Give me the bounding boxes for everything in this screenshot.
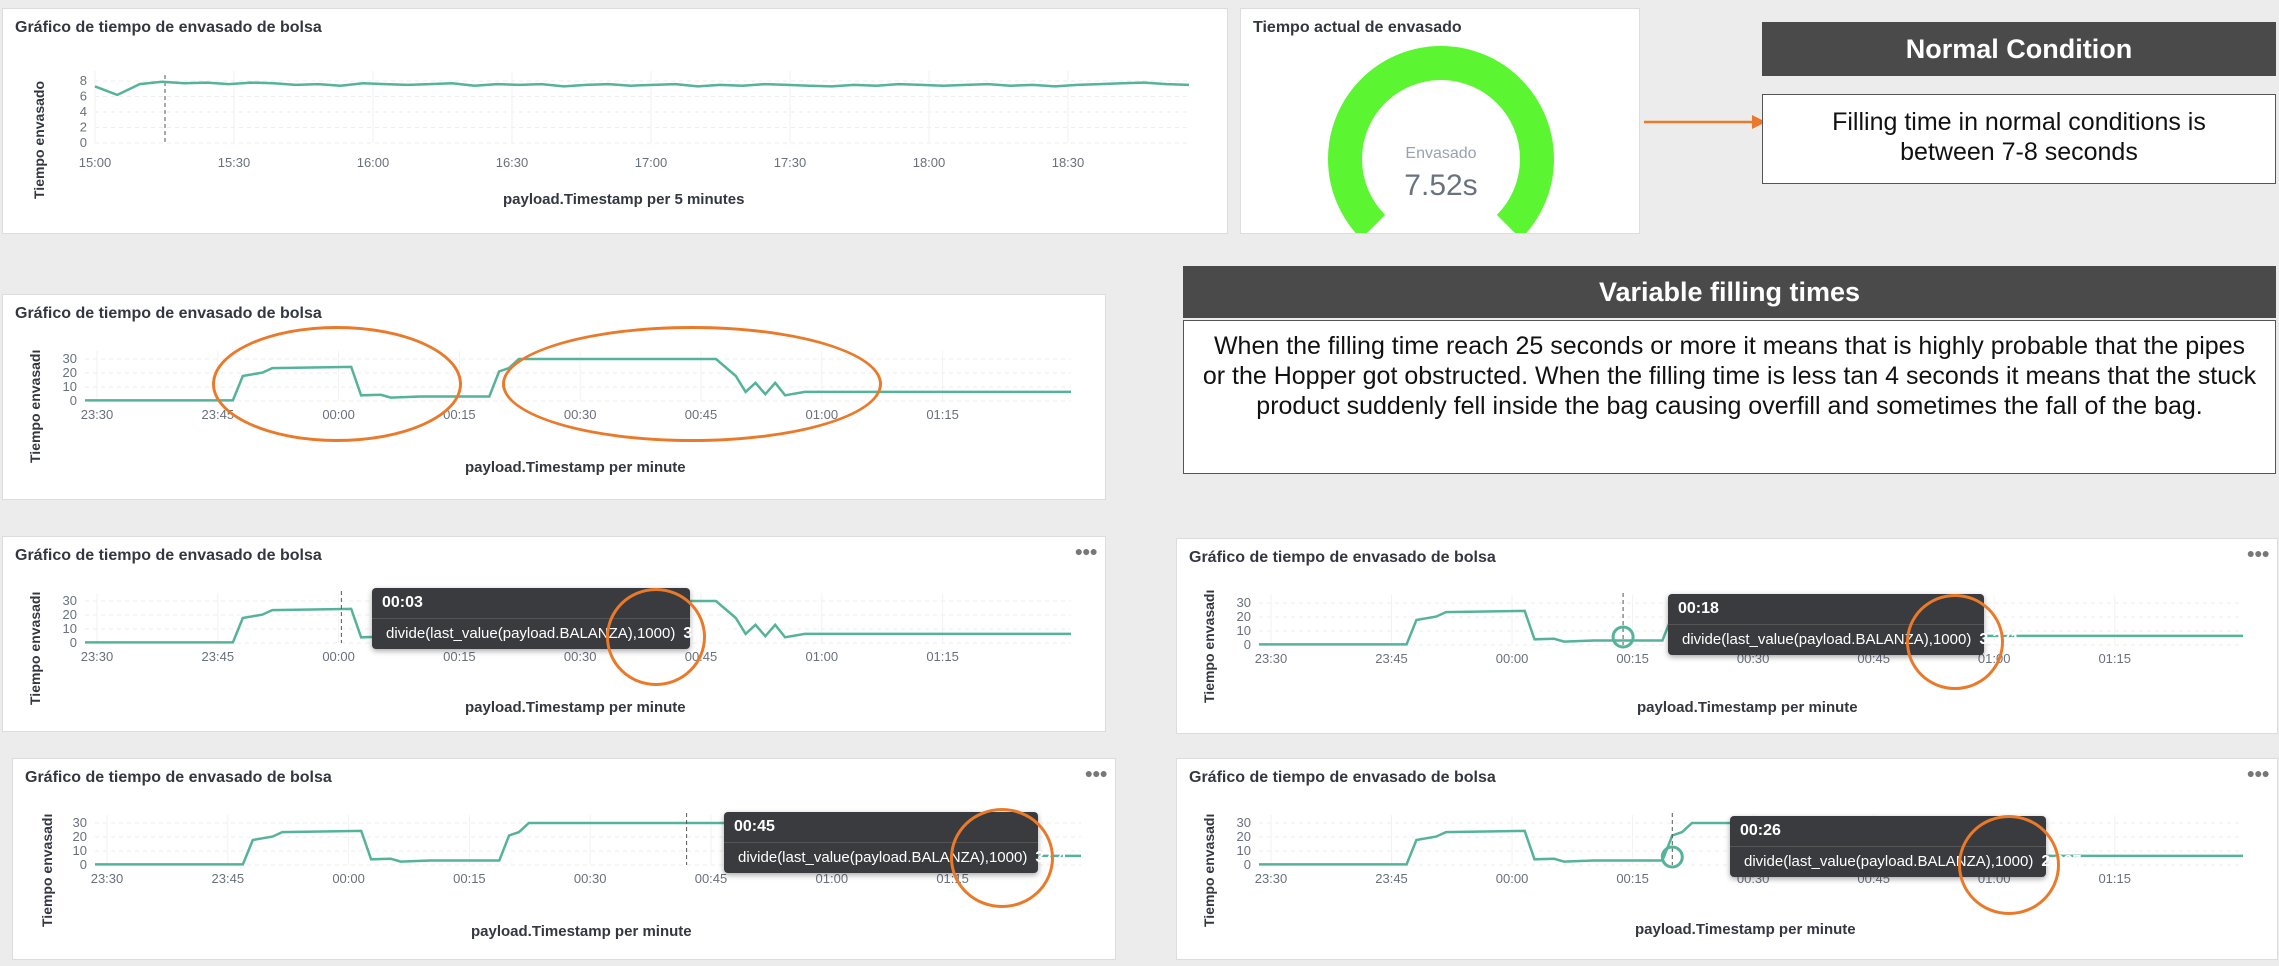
x-tick-label: 15:00: [79, 155, 112, 170]
x-tick-label: 01:15: [2098, 651, 2131, 666]
x-tick-label: 01:15: [926, 649, 959, 664]
gauge-panel: Tiempo actual de envasado Envasado 7.52s: [1240, 8, 1640, 234]
y-tick-label: 20: [63, 365, 77, 380]
y-tick-label: 8: [80, 73, 87, 88]
variable-filling-text: When the filling time reach 25 seconds o…: [1183, 320, 2276, 474]
normal-condition-title: Normal Condition: [1762, 22, 2276, 76]
x-tick-label: 23:45: [1375, 651, 1408, 666]
x-tick-label: 00:15: [1616, 871, 1649, 886]
x-tick-label: 23:30: [91, 871, 124, 886]
x-tick-label: 15:30: [218, 155, 251, 170]
x-axis-label: payload.Timestamp per minute: [471, 923, 692, 940]
y-tick-label: 4: [80, 104, 87, 119]
normal-condition-text: Filling time in normal conditions is bet…: [1762, 94, 2276, 184]
y-tick-label: 0: [1244, 637, 1251, 652]
highlight-ring: [212, 326, 462, 442]
y-tick-label: 10: [63, 379, 77, 394]
x-tick-label: 16:00: [357, 155, 390, 170]
x-tick-label: 01:15: [2098, 871, 2131, 886]
y-tick-label: 0: [80, 857, 87, 872]
x-tick-label: 23:30: [1255, 871, 1288, 886]
variable-filling-title: Variable filling times: [1183, 266, 2276, 318]
x-tick-label: 00:30: [564, 649, 597, 664]
x-tick-label: 23:30: [81, 649, 114, 664]
y-tick-label: 20: [73, 829, 87, 844]
y-tick-label: 0: [1244, 857, 1251, 872]
x-tick-label: 00:45: [695, 871, 728, 886]
x-tick-label: 00:30: [574, 871, 607, 886]
highlight-ring: [1906, 594, 2004, 690]
y-tick-label: 0: [80, 135, 87, 150]
x-tick-label: 00:00: [1496, 651, 1529, 666]
highlight-ring: [1958, 815, 2060, 915]
y-tick-label: 20: [1237, 829, 1251, 844]
chart-panel-tooltip-4: Gráfico de tiempo de envasado de bolsa ●…: [1176, 758, 2278, 960]
x-tick-label: 00:15: [1616, 651, 1649, 666]
x-tick-label: 18:30: [1052, 155, 1085, 170]
x-tick-label: 00:00: [332, 871, 365, 886]
x-tick-label: 17:30: [774, 155, 807, 170]
annotation-arrow: [1644, 115, 1766, 129]
y-tick-label: 2: [80, 120, 87, 135]
x-tick-label: 01:00: [816, 871, 849, 886]
top-chart-panel: Gráfico de tiempo de envasado de bolsa T…: [2, 8, 1228, 234]
x-axis-label: payload.Timestamp per minute: [1635, 921, 1856, 938]
y-tick-label: 10: [1237, 623, 1251, 638]
x-tick-label: 23:30: [81, 407, 114, 422]
x-axis-label: payload.Timestamp per 5 minutes: [503, 191, 745, 208]
y-tick-label: 30: [73, 815, 87, 830]
y-tick-label: 10: [1237, 843, 1251, 858]
x-axis-label: payload.Timestamp per minute: [465, 459, 686, 476]
x-tick-label: 00:00: [1496, 871, 1529, 886]
highlight-ring: [606, 588, 706, 686]
y-tick-label: 30: [63, 351, 77, 366]
x-tick-label: 00:15: [453, 871, 486, 886]
x-axis-label: payload.Timestamp per minute: [1637, 699, 1858, 716]
gauge-value: 7.52s: [1404, 169, 1478, 202]
x-tick-label: 23:45: [212, 871, 245, 886]
x-axis-label: payload.Timestamp per minute: [465, 699, 686, 716]
y-tick-label: 20: [63, 607, 77, 622]
y-tick-label: 30: [63, 593, 77, 608]
series-line: [94, 80, 1190, 97]
x-tick-label: 23:45: [1375, 871, 1408, 886]
x-tick-label: 01:15: [926, 407, 959, 422]
gauge-label: Envasado: [1405, 145, 1477, 162]
x-tick-label: 18:00: [913, 155, 946, 170]
x-tick-label: 23:30: [1255, 651, 1288, 666]
x-tick-label: 17:00: [635, 155, 668, 170]
y-tick-label: 10: [73, 843, 87, 858]
y-tick-label: 0: [70, 635, 77, 650]
x-tick-label: 16:30: [496, 155, 529, 170]
highlight-ring: [950, 808, 1054, 908]
y-tick-label: 6: [80, 89, 87, 104]
x-tick-label: 23:45: [202, 649, 235, 664]
x-tick-label: 01:00: [806, 649, 839, 664]
y-tick-label: 30: [1237, 815, 1251, 830]
y-tick-label: 30: [1237, 595, 1251, 610]
y-tick-label: 20: [1237, 609, 1251, 624]
x-tick-label: 00:15: [443, 649, 476, 664]
highlight-ring: [502, 326, 882, 442]
y-tick-label: 0: [70, 393, 77, 408]
x-tick-label: 00:00: [322, 649, 355, 664]
y-tick-label: 10: [63, 621, 77, 636]
